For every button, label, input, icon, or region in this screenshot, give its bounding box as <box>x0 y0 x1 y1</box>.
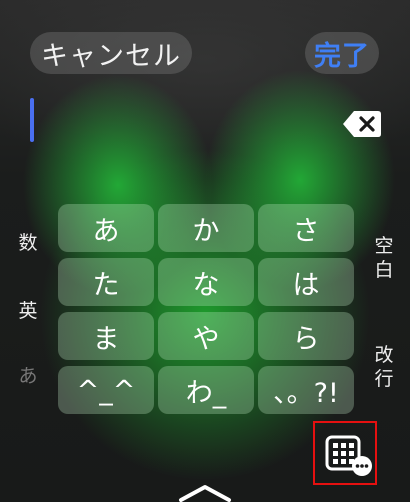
key-emoticon[interactable]: ^_^ <box>58 366 154 414</box>
key-na[interactable]: な <box>158 258 254 306</box>
return-button[interactable]: 改行 <box>372 343 396 391</box>
backspace-button[interactable] <box>342 110 382 138</box>
key-a[interactable]: あ <box>58 204 154 252</box>
text-cursor <box>30 98 34 142</box>
key-wa[interactable]: わ_ <box>158 366 254 414</box>
hiragana-mode-button[interactable]: あ <box>16 364 40 388</box>
english-mode-button[interactable]: 英 <box>16 299 40 323</box>
key-punctuation[interactable]: 、。?! <box>258 366 354 414</box>
done-button[interactable]: 完了 <box>305 32 379 74</box>
key-ka[interactable]: か <box>158 204 254 252</box>
space-button[interactable]: 空白 <box>372 234 396 282</box>
key-ha[interactable]: は <box>258 258 354 306</box>
cancel-button[interactable]: キャンセル <box>30 32 192 74</box>
backspace-icon <box>343 111 381 137</box>
chevron-up-icon[interactable] <box>178 482 232 502</box>
key-ta[interactable]: た <box>58 258 154 306</box>
key-ma[interactable]: ま <box>58 312 154 360</box>
keyboard-grid-icon <box>325 435 372 476</box>
key-sa[interactable]: さ <box>258 204 354 252</box>
keyboard-switch-button[interactable] <box>313 421 377 485</box>
numbers-mode-button[interactable]: 数 <box>16 231 40 255</box>
key-ra[interactable]: ら <box>258 312 354 360</box>
key-ya[interactable]: や <box>158 312 254 360</box>
